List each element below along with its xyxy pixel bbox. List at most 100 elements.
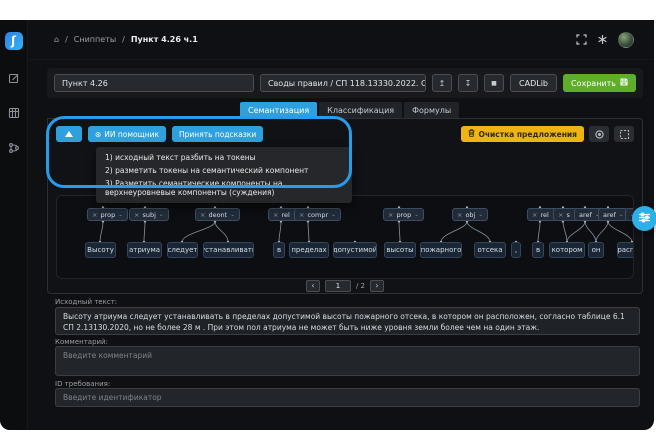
page-number-input[interactable] xyxy=(325,280,351,292)
chevron-down-icon[interactable]: ⌄ xyxy=(230,212,235,218)
save-button[interactable]: Сохранить xyxy=(563,74,636,92)
run-button[interactable] xyxy=(56,126,82,142)
cadlib-button[interactable]: CADLib xyxy=(510,74,557,92)
page-total: / 2 xyxy=(356,282,365,290)
download-icon: ↧ xyxy=(465,79,472,88)
document-select-value: Своды правил / СП 118.13330.2022. Общест… xyxy=(268,79,426,88)
requirement-id-label: ID требования: xyxy=(55,380,110,388)
cadlib-label: CADLib xyxy=(519,79,548,88)
token-chip[interactable]: высоты xyxy=(384,242,416,258)
avatar[interactable] xyxy=(618,32,634,48)
token-chip[interactable]: отсека xyxy=(474,242,506,258)
chevron-down-icon[interactable]: ⌄ xyxy=(478,212,483,218)
remove-icon[interactable]: × xyxy=(299,211,304,219)
token-label: в xyxy=(277,246,281,254)
token-chip[interactable]: устанавливать xyxy=(203,242,254,258)
edit-icon xyxy=(8,69,20,88)
home-icon[interactable]: ⌂ xyxy=(54,35,59,44)
tag-chip[interactable]: ×compr⌄ xyxy=(294,208,341,221)
clear-sentence-label: Очистка предложения xyxy=(479,130,577,139)
tab-formulas[interactable]: Формулы xyxy=(404,102,459,118)
app-logo[interactable]: ʃ xyxy=(5,32,23,50)
remove-icon[interactable]: × xyxy=(532,211,537,219)
token-chip[interactable]: в xyxy=(273,242,285,258)
token-chip[interactable]: пределах xyxy=(289,242,329,258)
remove-icon[interactable]: × xyxy=(200,211,205,219)
stop-button[interactable]: ■ xyxy=(484,74,504,92)
snippet-toolbar: Своды правил / СП 118.13330.2022. Общест… xyxy=(47,68,643,98)
breadcrumb-current: Пункт 4.26 ч.1 xyxy=(131,35,198,44)
token-chip[interactable]: пожарного xyxy=(420,242,462,258)
save-icon xyxy=(620,78,628,88)
remove-icon[interactable]: × xyxy=(273,211,278,219)
chevron-down-icon[interactable]: ⌄ xyxy=(118,212,123,218)
tag-chip[interactable]: aref⌄ xyxy=(598,208,628,221)
token-chip[interactable]: в xyxy=(532,242,544,258)
save-label: Сохранить xyxy=(571,79,616,88)
hint-line: 2) разметить токены на семантический ком… xyxy=(105,166,343,175)
sidebar-item-graph[interactable] xyxy=(7,142,20,155)
sparkle-icon[interactable] xyxy=(597,30,608,49)
tab-semantization[interactable]: Семантизация xyxy=(240,102,317,118)
upload-button[interactable]: ↥ xyxy=(432,74,452,92)
tag-label: deont xyxy=(208,211,227,219)
clear-sentence-button[interactable]: Очистка предложения xyxy=(461,126,584,142)
tag-label: aref xyxy=(579,211,592,219)
fit-view-button[interactable] xyxy=(614,126,634,142)
chevron-down-icon[interactable]: ⌄ xyxy=(414,212,419,218)
chevron-down-icon[interactable]: ⌄ xyxy=(159,212,164,218)
settings-fab-button[interactable] xyxy=(632,206,656,231)
table-icon xyxy=(8,104,20,123)
ai-assistant-button[interactable]: ⊛ ИИ помощник xyxy=(88,126,166,142)
tag-label: prop xyxy=(396,211,411,219)
remove-icon[interactable]: × xyxy=(558,211,563,219)
token-chip[interactable]: следует xyxy=(167,242,198,258)
tag-label: subj xyxy=(142,211,155,219)
accept-hints-button[interactable]: Принять подсказки xyxy=(172,126,263,142)
token-label: допустимой xyxy=(333,246,377,254)
tab-bar: Семантизация Классификация Формулы xyxy=(240,102,459,118)
token-chip[interactable]: , xyxy=(511,242,521,258)
accept-hints-label: Принять подсказки xyxy=(179,130,256,139)
source-text-box: Высоту атриума следует устанавливать в п… xyxy=(55,307,640,335)
token-chip[interactable]: атриума xyxy=(127,242,162,258)
tag-chip[interactable]: ×prop⌄ xyxy=(87,208,128,221)
sidebar-item-editor[interactable] xyxy=(7,72,20,85)
tag-chip[interactable]: ×deont⌄ xyxy=(195,208,240,221)
token-label: котором xyxy=(552,246,583,254)
sidebar-item-tables[interactable] xyxy=(7,107,20,120)
prev-page-button[interactable]: ‹ xyxy=(306,280,320,292)
token-chip[interactable]: Высоту xyxy=(85,242,116,258)
requirement-id-input[interactable] xyxy=(55,388,640,407)
chevron-down-icon[interactable]: ⌄ xyxy=(619,212,624,218)
download-button[interactable]: ↧ xyxy=(458,74,478,92)
tag-chip[interactable]: ×obj⌄ xyxy=(452,208,488,221)
remove-icon[interactable]: × xyxy=(388,211,393,219)
token-chip[interactable]: расположен xyxy=(617,242,634,258)
token-chip[interactable]: он xyxy=(588,242,604,258)
token-chip[interactable]: допустимой xyxy=(333,242,377,258)
remove-icon[interactable]: × xyxy=(134,211,139,219)
tab-label: Классификация xyxy=(327,106,394,115)
remove-icon[interactable]: × xyxy=(92,211,97,219)
fullscreen-icon[interactable] xyxy=(576,30,587,49)
document-select[interactable]: Своды правил / СП 118.13330.2022. Общест… xyxy=(260,74,426,92)
tag-chip[interactable]: ×prop⌄ xyxy=(383,208,424,221)
chevron-down-icon[interactable]: ⌄ xyxy=(331,212,336,218)
comment-input[interactable] xyxy=(55,346,640,376)
tab-classification[interactable]: Классификация xyxy=(319,102,402,118)
tag-label: prop xyxy=(100,211,115,219)
next-page-button[interactable]: › xyxy=(370,280,384,292)
token-label: отсека xyxy=(477,246,502,254)
focus-button[interactable] xyxy=(589,126,609,142)
remove-icon[interactable]: × xyxy=(457,211,462,219)
tag-label: aref xyxy=(603,211,616,219)
tag-chip[interactable]: ×subj ⌄ xyxy=(129,208,169,221)
breadcrumb-section[interactable]: Сниппеты xyxy=(74,35,116,44)
token-chip[interactable]: котором xyxy=(549,242,585,258)
source-text-value: Высоту атриума следует устанавливать в п… xyxy=(63,312,625,332)
trash-icon xyxy=(468,129,475,139)
snippet-name-input[interactable] xyxy=(54,74,254,92)
tab-label: Семантизация xyxy=(248,106,309,115)
semantization-panel: ⊛ ИИ помощник Принять подсказки Очистка … xyxy=(47,118,643,294)
